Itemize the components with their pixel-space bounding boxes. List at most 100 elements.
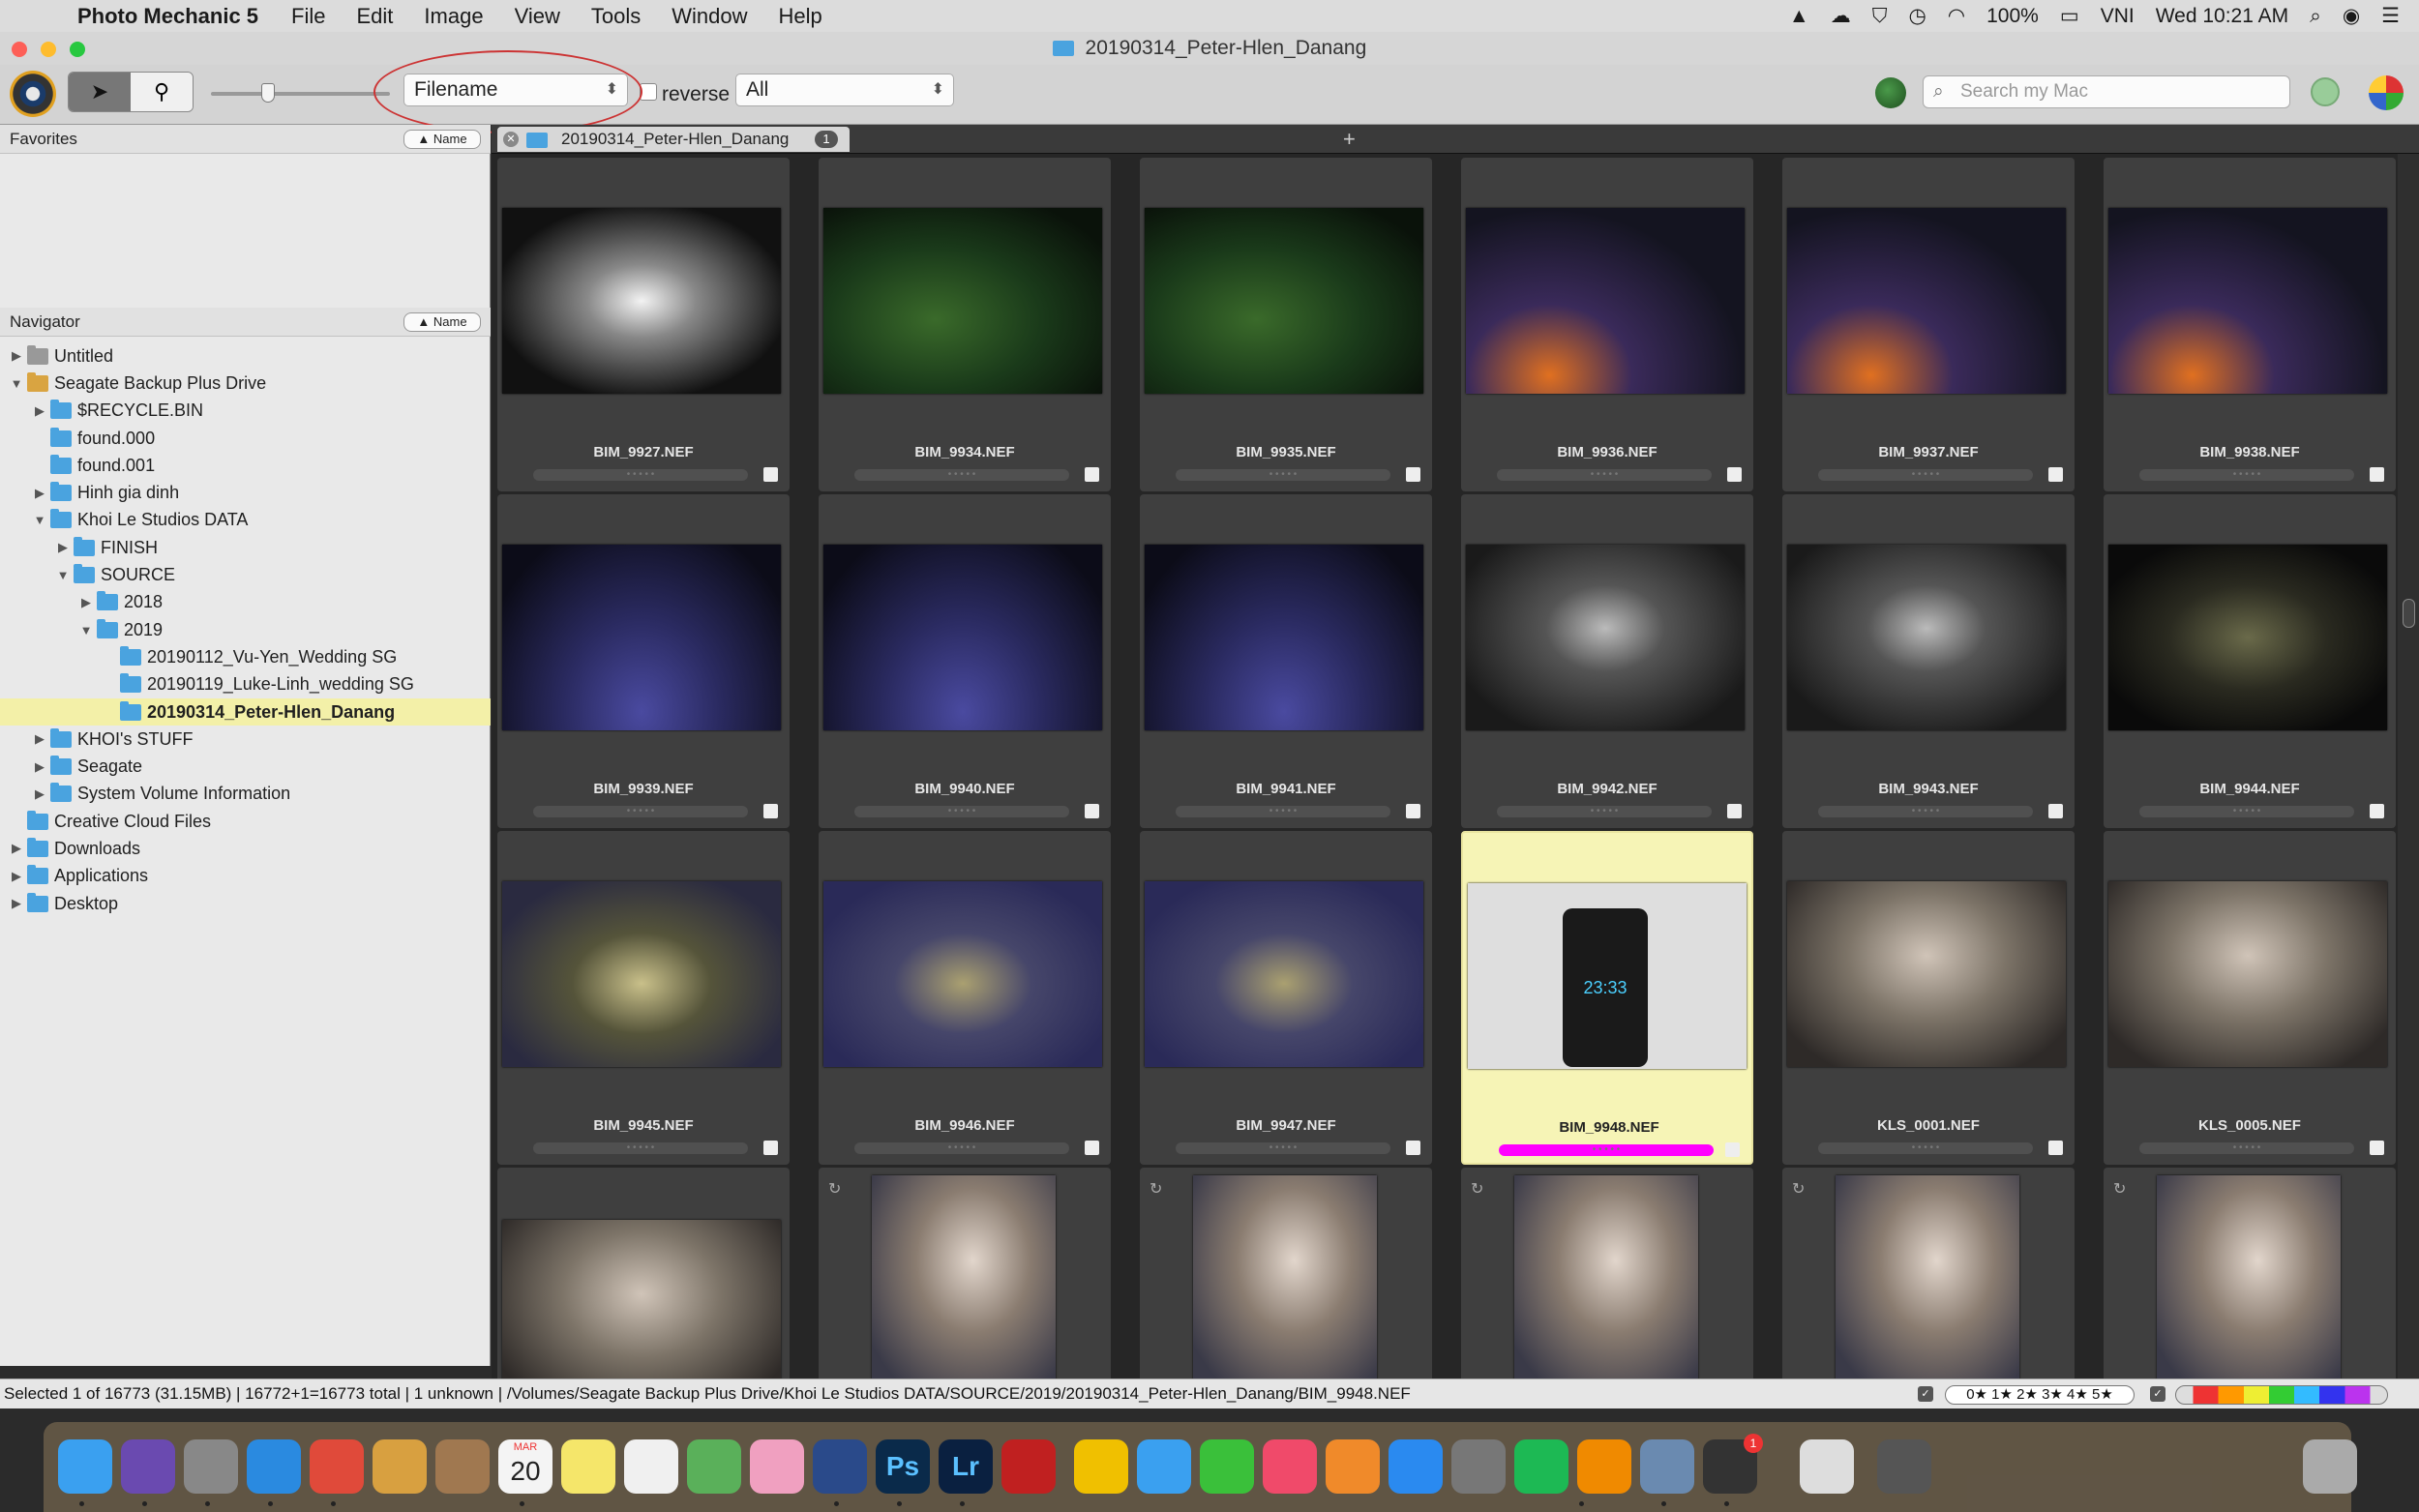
photo-thumbnail[interactable] (823, 881, 1102, 1067)
star-rating-dots[interactable]: • • • • • (1176, 469, 1390, 481)
navigator-item[interactable]: 20190119_Luke-Linh_wedding SG (0, 671, 491, 698)
menu-help[interactable]: Help (778, 4, 821, 29)
star-rating-dots[interactable]: • • • • • (854, 1142, 1069, 1154)
thumbnail-cell[interactable]: BIM_9936.NEF • • • • • (1461, 158, 1753, 491)
zoom-window-button[interactable] (70, 42, 85, 57)
vlc-status-icon[interactable]: ▲ (1789, 5, 1809, 28)
trash-icon[interactable] (2303, 1439, 2357, 1494)
tag-checkbox[interactable] (2048, 1141, 2063, 1155)
star-rating-dots[interactable]: • • • • • (1499, 1144, 1714, 1156)
vertical-scrollbar[interactable] (2398, 154, 2419, 1379)
disclosure-closed-icon[interactable]: ▶ (56, 540, 70, 555)
menu-view[interactable]: View (515, 4, 560, 29)
star-rating-dots[interactable]: • • • • • (1818, 806, 2033, 817)
thumbnail-cell[interactable]: BIM_9927.NEF • • • • • (497, 158, 790, 491)
tag-checkbox[interactable] (1085, 467, 1099, 482)
star-rating-dots[interactable]: • • • • • (1497, 469, 1712, 481)
photos-icon[interactable] (750, 1439, 804, 1494)
thumbnail-cell[interactable]: ↻ (819, 1168, 1111, 1379)
thumbnail-cell[interactable]: BIM_9935.NEF • • • • • (1140, 158, 1432, 491)
siri-icon[interactable] (121, 1439, 175, 1494)
photo-thumbnail[interactable] (823, 545, 1102, 730)
tag-checkbox[interactable] (763, 1141, 778, 1155)
photo-thumbnail[interactable] (1466, 545, 1745, 730)
filter-select[interactable]: All ⬍ (735, 74, 954, 106)
star-rating-dots[interactable]: • • • • • (1818, 469, 2033, 481)
star-rating-dots[interactable]: • • • • • (1497, 806, 1712, 817)
rotate-icon[interactable]: ↻ (1471, 1179, 1490, 1198)
disclosure-closed-icon[interactable]: ▶ (10, 841, 23, 856)
thumbnail-cell[interactable]: BIM_9941.NEF • • • • • (1140, 494, 1432, 828)
star-rating-dots[interactable]: • • • • • (2139, 469, 2354, 481)
rotate-icon[interactable]: ↻ (2113, 1179, 2133, 1198)
thumbnail-cell[interactable]: BIM_9946.NEF • • • • • (819, 831, 1111, 1165)
star-rating-dots[interactable]: • • • • • (533, 806, 748, 817)
rotate-icon[interactable]: ↻ (828, 1179, 848, 1198)
tag-checkbox[interactable] (2048, 467, 2063, 482)
color-class-filter[interactable] (2175, 1385, 2388, 1405)
photo-thumbnail[interactable] (823, 208, 1102, 394)
navigator-item[interactable]: ▶ Untitled (0, 342, 491, 370)
navigator-sort-button[interactable]: ▲ Name (403, 312, 481, 332)
menu-window[interactable]: Window (672, 4, 747, 29)
facetime-icon[interactable] (1200, 1439, 1254, 1494)
star-rating-dots[interactable]: • • • • • (533, 469, 748, 481)
pointer-tool-button[interactable]: ➤ (69, 73, 131, 111)
star-rating-dots[interactable]: • • • • • (1176, 806, 1390, 817)
time-machine-icon[interactable]: ◷ (1908, 4, 1926, 28)
thumbnail-cell[interactable]: BIM_9943.NEF • • • • • (1782, 494, 2075, 828)
maps-icon[interactable] (687, 1439, 741, 1494)
star-rating-dots[interactable]: • • • • • (533, 1142, 748, 1154)
disclosure-closed-icon[interactable]: ▶ (33, 403, 46, 419)
close-window-button[interactable] (12, 42, 27, 57)
thumbnail-cell[interactable]: BIM_9942.NEF • • • • • (1461, 494, 1753, 828)
photo-thumbnail[interactable] (1145, 881, 1423, 1067)
disclosure-open-icon[interactable]: ▼ (33, 513, 46, 527)
lightroom-icon[interactable]: Lr (939, 1439, 993, 1494)
disclosure-closed-icon[interactable]: ▶ (33, 759, 46, 775)
folder-stack-icon[interactable] (1800, 1439, 1854, 1494)
star-rating-dots[interactable]: • • • • • (2139, 806, 2354, 817)
navigator-item[interactable]: ▶ Downloads (0, 835, 491, 862)
star-rating-dots[interactable]: • • • • • (2139, 1142, 2354, 1154)
navigator-item[interactable]: ▶ Applications (0, 863, 491, 890)
thumbnail-cell[interactable]: BIM_9944.NEF • • • • • (2104, 494, 2396, 828)
navigator-item[interactable]: ▶ KHOI's STUFF (0, 726, 491, 753)
color-wheel-icon[interactable] (2369, 75, 2404, 110)
disclosure-closed-icon[interactable]: ▶ (10, 348, 23, 364)
bookmark-status-icon[interactable]: ⛉ (1872, 5, 1888, 28)
photo-thumbnail[interactable] (1787, 545, 2066, 730)
tag-checkbox[interactable] (1406, 804, 1420, 818)
thumbnail-cell[interactable] (497, 1168, 790, 1379)
thumbnail-cell[interactable]: BIM_9937.NEF • • • • • (1782, 158, 2075, 491)
messages-icon[interactable] (1137, 1439, 1191, 1494)
books-icon[interactable] (1326, 1439, 1380, 1494)
navigator-item[interactable]: ▼ 2019 (0, 616, 491, 643)
thumbnail-cell[interactable]: ↻ (2104, 1168, 2396, 1379)
add-tab-button[interactable]: + (1343, 127, 1356, 152)
thumbnail-cell[interactable]: ↻ (1140, 1168, 1432, 1379)
search-field[interactable]: ⌕ Search my Mac (1923, 75, 2290, 108)
thumbnail-cell[interactable]: BIM_9938.NEF • • • • • (2104, 158, 2396, 491)
battery-percent[interactable]: 100% (1986, 5, 2039, 28)
navigator-item[interactable]: Creative Cloud Files (0, 808, 491, 835)
navigator-item[interactable]: found.000 (0, 425, 491, 452)
slider-knob[interactable] (261, 83, 275, 103)
navigator-item[interactable]: ▼ SOURCE (0, 561, 491, 588)
thumbnail-cell[interactable]: BIM_9947.NEF • • • • • (1140, 831, 1432, 1165)
navigator-item[interactable]: 20190314_Peter-Hlen_Danang (0, 697, 491, 726)
photo-thumbnail[interactable] (1193, 1175, 1377, 1379)
app-store-icon[interactable] (1389, 1439, 1443, 1494)
menu-file[interactable]: File (291, 4, 325, 29)
calendar-icon[interactable]: MAR 20 (498, 1439, 552, 1494)
disclosure-closed-icon[interactable]: ▶ (10, 869, 23, 884)
tag-checkbox[interactable] (1085, 1141, 1099, 1155)
photo-thumbnail[interactable] (1514, 1175, 1698, 1379)
photo-thumbnail[interactable] (1787, 208, 2066, 394)
menu-tools[interactable]: Tools (591, 4, 641, 29)
navigator-item[interactable]: ▶ 2018 (0, 589, 491, 616)
thumbnail-size-slider[interactable] (211, 83, 390, 103)
minimize-window-button[interactable] (41, 42, 56, 57)
navigator-item[interactable]: found.001 (0, 452, 491, 479)
system-preferences-icon[interactable] (1451, 1439, 1506, 1494)
